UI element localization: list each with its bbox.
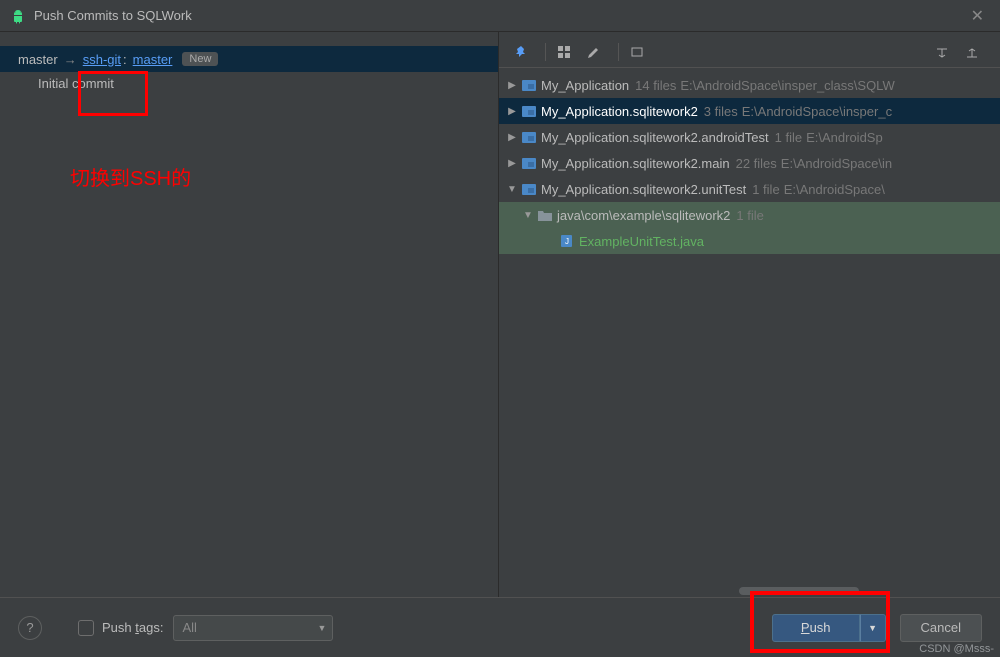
commits-panel: master → ssh-git : master New Initial co… — [0, 32, 498, 597]
tree-node[interactable]: ▼ My_Application.sqlitework2.unitTest 1 … — [499, 176, 1000, 202]
module-icon — [521, 78, 537, 92]
cancel-button[interactable]: Cancel — [900, 614, 982, 642]
push-button[interactable]: Push — [772, 614, 860, 642]
tree-node[interactable]: ▶ My_Application 14 files E:\AndroidSpac… — [499, 72, 1000, 98]
bottom-bar: ? Push tags: All ▼ Push ▼ Cancel — [0, 597, 1000, 657]
push-tags-checkbox[interactable] — [78, 620, 94, 636]
new-badge: New — [182, 52, 218, 66]
svg-text:J: J — [565, 237, 569, 246]
java-file-icon: J — [559, 234, 575, 248]
branch-row[interactable]: master → ssh-git : master New — [0, 46, 498, 72]
edit-icon[interactable] — [582, 40, 606, 64]
tree-node[interactable]: ▶ My_Application.sqlitework2.androidTest… — [499, 124, 1000, 150]
remote-link[interactable]: ssh-git — [83, 52, 121, 67]
scrollbar-thumb[interactable] — [739, 587, 859, 595]
collapse-icon[interactable] — [960, 40, 984, 64]
chevron-right-icon[interactable]: ▶ — [505, 106, 519, 117]
horizontal-scrollbar[interactable] — [499, 585, 1000, 597]
chevron-down-icon: ▼ — [318, 623, 327, 633]
group-icon[interactable] — [552, 40, 576, 64]
tree-node[interactable]: ▶ My_Application.sqlitework2 3 files E:\… — [499, 98, 1000, 124]
module-icon — [521, 156, 537, 170]
module-icon — [521, 130, 537, 144]
push-tags-combo[interactable]: All ▼ — [173, 615, 333, 641]
file-tree[interactable]: ▶ My_Application 14 files E:\AndroidSpac… — [499, 68, 1000, 601]
commit-item[interactable]: Initial commit — [0, 72, 498, 95]
files-toolbar — [499, 36, 1000, 68]
push-tags-label: Push tags: — [102, 620, 163, 635]
expand-icon[interactable] — [930, 40, 954, 64]
help-button[interactable]: ? — [18, 616, 42, 640]
pin-icon[interactable] — [509, 40, 533, 64]
close-icon[interactable]: ✕ — [965, 6, 990, 26]
android-icon — [10, 8, 26, 24]
chevron-right-icon[interactable]: ▶ — [505, 80, 519, 91]
chevron-down-icon[interactable]: ▼ — [521, 210, 535, 221]
chevron-down-icon[interactable]: ▼ — [505, 184, 519, 195]
tree-node[interactable]: ▶ My_Application.sqlitework2.main 22 fil… — [499, 150, 1000, 176]
files-panel: ▶ My_Application 14 files E:\AndroidSpac… — [498, 32, 1000, 597]
local-branch: master — [18, 52, 58, 67]
tree-node[interactable]: ▼ java\com\example\sqlitework2 1 file — [499, 202, 1000, 228]
annotation-text: 切换到SSH的 — [70, 162, 191, 191]
chevron-right-icon[interactable]: ▶ — [505, 132, 519, 143]
module-icon — [521, 182, 537, 196]
tree-file[interactable]: J ExampleUnitTest.java — [499, 228, 1000, 254]
preview-icon[interactable] — [625, 40, 649, 64]
titlebar: Push Commits to SQLWork ✕ — [0, 0, 1000, 32]
chevron-right-icon[interactable]: ▶ — [505, 158, 519, 169]
window-title: Push Commits to SQLWork — [34, 8, 965, 23]
push-dropdown[interactable]: ▼ — [860, 614, 886, 642]
remote-branch-link[interactable]: master — [133, 52, 173, 67]
push-button-group: Push ▼ — [772, 614, 886, 642]
module-icon — [521, 104, 537, 118]
arrow-icon: → — [64, 52, 77, 67]
watermark: CSDN @Msss- — [919, 643, 994, 655]
folder-icon — [537, 208, 553, 222]
